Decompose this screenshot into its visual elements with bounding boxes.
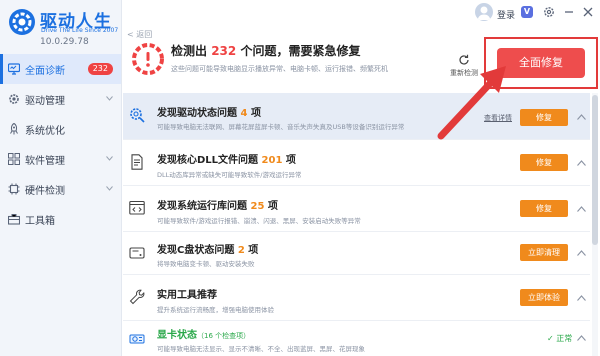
disk-icon — [129, 247, 145, 259]
clean-now-button[interactable]: 立即清理 — [520, 244, 568, 261]
issue-unit: 项 — [248, 245, 259, 256]
tool-title: 实用工具推荐 — [157, 290, 217, 301]
issue-count-badge: 232 — [87, 63, 113, 75]
vip-badge[interactable]: V — [521, 6, 533, 18]
issue-unit: 项 — [250, 108, 261, 119]
wrench-icon — [129, 289, 145, 305]
issue-row-c-drive[interactable]: 发现C盘状态问题 2 项 将导致电脑变卡顿、驱动安装失败 立即清理 — [123, 232, 590, 275]
app-version: 10.0.29.78 — [40, 37, 89, 47]
issue-title-text: 发现核心DLL文件问题 — [157, 155, 259, 166]
monitor-icon — [8, 63, 20, 75]
status-normal: ✓ 正常 — [547, 334, 573, 343]
toolbox-icon — [8, 214, 20, 225]
sidebar: 驱动人生 Drive The Life Since 2007 10.0.29.7… — [0, 0, 122, 356]
chip-icon — [8, 183, 20, 195]
issue-title-text: 发现驱动状态问题 — [157, 108, 237, 119]
code-window-icon — [129, 200, 145, 215]
gear-icon — [9, 94, 19, 104]
chevron-up-icon[interactable] — [577, 295, 586, 301]
chevron-down-icon — [106, 96, 113, 101]
graphics-status-title-text: 显卡状态 — [157, 330, 197, 341]
issue-title-text: 发现C盘状态问题 — [157, 245, 235, 256]
check-item-count: （16 个检查项） — [197, 332, 251, 340]
graphics-status-title: 显卡状态（16 个检查项） — [157, 326, 250, 341]
gear-search-icon — [130, 108, 145, 123]
tool-recommend-row[interactable]: 实用工具推荐 提升系统运行流畅度，增强电脑使用体验 立即体验 — [123, 275, 590, 321]
chevron-up-icon[interactable] — [577, 114, 586, 120]
sidebar-item-full-diagnosis[interactable]: 全面诊断 232 — [0, 54, 121, 84]
issue-unit: 项 — [267, 201, 278, 212]
fix-button[interactable]: 修复 — [520, 109, 568, 126]
graphics-status-description: 可能导致电脑无法显示、显示不清晰、不全、出现蓝屏、黑屏、花屏现象 — [157, 345, 365, 353]
issue-title-text: 发现系统运行库问题 — [157, 201, 247, 212]
chevron-down-icon — [106, 186, 113, 191]
issue-description: 可能导致电脑无法联网、屏幕花屏蓝屏卡顿、音乐失声失真及USB等设备识别运行异常 — [157, 123, 405, 131]
tool-description: 提升系统运行流畅度，增强电脑使用体验 — [157, 306, 274, 314]
sidebar-item-label: 系统优化 — [25, 125, 65, 137]
summary-title-suffix: 个问题，需要紧急修复 — [240, 44, 361, 58]
issue-description: DLL动态库异常或缺失可能导致软件/游戏运行异常 — [157, 171, 302, 179]
graphics-status-row[interactable]: 显卡状态（16 个检查项） 可能导致电脑无法显示、显示不清晰、不全、出现蓝屏、黑… — [123, 321, 590, 356]
sidebar-item-toolbox[interactable]: 工具箱 — [0, 204, 121, 234]
chevron-up-icon[interactable] — [577, 206, 586, 212]
fix-button[interactable]: 修复 — [520, 154, 568, 171]
document-icon — [131, 154, 143, 170]
diagnosis-summary: 检测出 232 个问题，需要紧急修复 这些问题可能导致电脑显示播放异常、电脑卡顿… — [123, 36, 600, 92]
sidebar-item-label: 全面诊断 — [25, 65, 65, 77]
scrollbar-thumb[interactable] — [592, 95, 598, 245]
warning-gear-icon — [132, 43, 164, 75]
summary-title-prefix: 检测出 — [171, 44, 208, 58]
close-icon[interactable] — [582, 6, 594, 18]
rocket-icon — [10, 123, 18, 135]
issue-count: 201 — [261, 155, 283, 166]
summary-title: 检测出 232 个问题，需要紧急修复 — [171, 42, 360, 59]
sidebar-item-label: 硬件检测 — [25, 185, 65, 197]
issue-count: 4 — [240, 108, 248, 119]
try-now-button[interactable]: 立即体验 — [520, 289, 568, 306]
status-text: 正常 — [556, 334, 573, 343]
issue-count: 232 — [211, 44, 237, 58]
issue-title: 发现核心DLL文件问题 201 项 — [157, 151, 296, 166]
issue-title: 发现C盘状态问题 2 项 — [157, 241, 258, 256]
graphics-card-icon — [129, 334, 145, 344]
sidebar-nav: 全面诊断 232 驱动管理 系统优化 软件管理 硬件检测 工具箱 — [0, 54, 121, 234]
gear-logo-icon — [9, 9, 35, 35]
annotation-arrow-icon — [437, 66, 506, 140]
sidebar-item-hardware-detection[interactable]: 硬件检测 — [0, 174, 121, 204]
chevron-up-icon[interactable] — [577, 250, 586, 256]
issue-row-dll[interactable]: 发现核心DLL文件问题 201 项 DLL动态库异常或缺失可能导致软件/游戏运行… — [123, 140, 590, 186]
app-slogan: Drive The Life Since 2007 — [41, 27, 119, 34]
issue-title: 发现驱动状态问题 4 项 — [157, 104, 261, 119]
fix-button[interactable]: 修复 — [520, 200, 568, 217]
issue-description: 可能导致软件/游戏运行报错、崩溃、闪退、黑屏、安装启动失败等异常 — [157, 217, 361, 225]
avatar-icon — [477, 6, 491, 20]
issue-unit: 项 — [285, 155, 296, 166]
sidebar-item-label: 软件管理 — [25, 155, 65, 167]
issue-title: 发现系统运行库问题 25 项 — [157, 197, 278, 212]
issue-description: 将导致电脑变卡顿、驱动安装失败 — [157, 260, 255, 268]
sidebar-item-system-optimization[interactable]: 系统优化 — [0, 114, 121, 144]
chevron-down-icon — [106, 156, 113, 161]
chevron-up-icon[interactable] — [577, 335, 586, 341]
issue-row-runtime[interactable]: 发现系统运行库问题 25 项 可能导致软件/游戏运行报错、崩溃、闪退、黑屏、安装… — [123, 186, 590, 232]
sidebar-item-driver-management[interactable]: 驱动管理 — [0, 84, 121, 114]
minimize-icon[interactable] — [563, 6, 575, 18]
login-link[interactable]: 登录 — [497, 8, 515, 21]
sidebar-item-label: 工具箱 — [25, 215, 55, 227]
sidebar-item-label: 驱动管理 — [25, 95, 65, 107]
issue-count: 2 — [237, 245, 245, 256]
settings-icon[interactable] — [543, 6, 555, 18]
sidebar-item-software-management[interactable]: 软件管理 — [0, 144, 121, 174]
summary-subtitle: 这些问题可能导致电脑显示播放异常、电脑卡顿、运行报错、频繁死机 — [171, 65, 388, 73]
issue-count: 25 — [250, 201, 265, 212]
chevron-up-icon[interactable] — [577, 160, 586, 166]
avatar[interactable] — [475, 3, 493, 21]
grid-icon — [8, 153, 20, 165]
